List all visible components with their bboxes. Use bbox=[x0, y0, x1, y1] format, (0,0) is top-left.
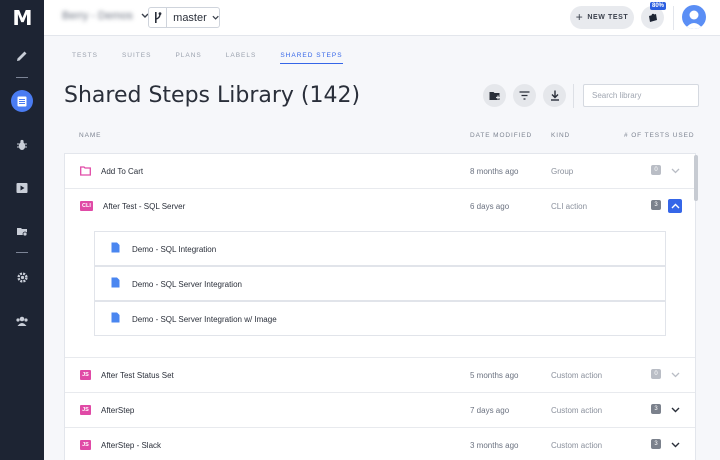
js-tag: JS bbox=[80, 405, 91, 415]
tests-used-count: 3 bbox=[651, 439, 661, 449]
used-in-test-item[interactable]: Demo - SQL Server Integration w/ Image bbox=[94, 301, 666, 336]
avatar[interactable] bbox=[682, 5, 706, 29]
row-date: 8 months ago bbox=[470, 167, 519, 176]
toolbar-divider bbox=[573, 84, 574, 108]
folder-icon[interactable] bbox=[0, 219, 44, 243]
tests-used-count: 3 bbox=[651, 200, 661, 210]
js-tag: JS bbox=[80, 440, 91, 450]
filter-icon bbox=[519, 91, 530, 100]
used-in-test-name: Demo - SQL Server Integration bbox=[132, 280, 242, 289]
page-title: Shared Steps Library (142) bbox=[64, 83, 361, 108]
table-row[interactable]: JS AfterStep 7 days ago Custom action 3 bbox=[65, 393, 695, 428]
table-row[interactable]: Add To Cart 8 months ago Group 0 bbox=[65, 154, 695, 189]
table-row[interactable]: CLI After Test - SQL Server 6 days ago C… bbox=[65, 189, 695, 224]
table-row[interactable]: JS After Test Status Set 5 months ago Cu… bbox=[65, 358, 695, 393]
used-in-tests-panel: Demo - SQL Integration Demo - SQL Server… bbox=[65, 225, 695, 358]
chevron-down-icon bbox=[212, 15, 219, 20]
section-tabs: TESTS SUITES PLANS LABELS SHARED STEPS bbox=[72, 52, 367, 64]
library-icon[interactable] bbox=[0, 89, 44, 113]
row-kind: Custom action bbox=[551, 371, 603, 380]
play-icon[interactable] bbox=[0, 176, 44, 200]
chevron-up-icon[interactable] bbox=[668, 199, 682, 213]
tab-plans[interactable]: PLANS bbox=[175, 52, 201, 64]
used-in-test-item[interactable]: Demo - SQL Server Integration bbox=[94, 266, 666, 301]
tab-suites[interactable]: SUITES bbox=[122, 52, 151, 64]
top-bar: Berry - Demos master + NEW TEST 80% bbox=[44, 0, 720, 36]
new-test-button[interactable]: + NEW TEST bbox=[570, 6, 634, 29]
scrollbar[interactable] bbox=[694, 155, 698, 201]
search-input[interactable]: Search library bbox=[583, 84, 699, 107]
row-kind: CLI action bbox=[551, 202, 588, 211]
tab-tests[interactable]: TESTS bbox=[72, 52, 98, 64]
row-date: 7 days ago bbox=[470, 406, 510, 415]
chevron-down-icon[interactable] bbox=[668, 403, 682, 417]
column-header-name[interactable]: NAME bbox=[79, 132, 101, 139]
table-row[interactable]: JS AfterStep - Slack 3 months ago Custom… bbox=[65, 428, 695, 460]
tests-used-count: 0 bbox=[651, 369, 661, 379]
topbar-divider bbox=[673, 6, 674, 30]
row-date: 3 months ago bbox=[470, 441, 519, 450]
row-name: After Test Status Set bbox=[101, 371, 174, 380]
app-logo[interactable]: M bbox=[0, 0, 44, 36]
download-icon bbox=[550, 90, 559, 101]
document-icon bbox=[111, 277, 120, 290]
document-icon bbox=[111, 242, 120, 255]
column-header-tests-used[interactable]: # OF TESTS USED bbox=[624, 132, 694, 139]
gear-icon[interactable] bbox=[0, 265, 44, 289]
branch-selector[interactable]: master bbox=[148, 7, 220, 28]
plus-icon: + bbox=[575, 10, 584, 24]
bug-icon[interactable] bbox=[0, 133, 44, 157]
new-test-label: NEW TEST bbox=[587, 14, 629, 21]
row-kind: Custom action bbox=[551, 441, 603, 450]
column-header-date[interactable]: DATE MODIFIED bbox=[470, 132, 532, 139]
branch-icon bbox=[149, 8, 168, 27]
row-kind: Custom action bbox=[551, 406, 603, 415]
project-selector[interactable]: Berry - Demos bbox=[62, 10, 149, 22]
branch-name: master bbox=[173, 11, 207, 24]
project-name: Berry - Demos bbox=[62, 10, 133, 22]
download-button[interactable] bbox=[543, 84, 566, 107]
tab-labels[interactable]: LABELS bbox=[226, 52, 257, 64]
folder-icon bbox=[80, 166, 91, 178]
row-name: Add To Cart bbox=[101, 167, 144, 176]
filter-button[interactable] bbox=[513, 84, 536, 107]
new-folder-button[interactable] bbox=[483, 84, 506, 107]
chevron-down-icon[interactable] bbox=[668, 368, 682, 382]
rail-divider bbox=[16, 252, 28, 253]
cli-tag: CLI bbox=[80, 201, 93, 211]
used-in-test-item[interactable]: Demo - SQL Integration bbox=[94, 231, 666, 266]
chevron-down-icon[interactable] bbox=[668, 438, 682, 452]
tests-used-count: 0 bbox=[651, 165, 661, 175]
folder-plus-icon bbox=[489, 91, 500, 100]
js-tag: JS bbox=[80, 370, 91, 380]
tab-shared-steps[interactable]: SHARED STEPS bbox=[280, 52, 343, 64]
document-icon bbox=[111, 312, 120, 325]
used-in-test-name: Demo - SQL Integration bbox=[132, 245, 217, 254]
users-icon[interactable] bbox=[0, 309, 44, 333]
row-date: 5 months ago bbox=[470, 371, 519, 380]
used-in-test-name: Demo - SQL Server Integration w/ Image bbox=[132, 315, 277, 324]
chevron-down-icon[interactable] bbox=[668, 164, 682, 178]
rail-divider bbox=[16, 77, 28, 78]
progress-badge: 80% bbox=[650, 2, 667, 10]
row-name: AfterStep - Slack bbox=[101, 441, 162, 450]
left-rail: M bbox=[0, 0, 44, 460]
pencil-icon[interactable] bbox=[0, 44, 44, 68]
column-header-kind[interactable]: KIND bbox=[551, 132, 570, 139]
row-kind: Group bbox=[551, 167, 574, 176]
row-name: AfterStep bbox=[101, 406, 135, 415]
row-name: After Test - SQL Server bbox=[103, 202, 186, 211]
shared-steps-table: Add To Cart 8 months ago Group 0 CLI Aft… bbox=[64, 153, 696, 460]
row-date: 6 days ago bbox=[470, 202, 510, 211]
tests-used-count: 3 bbox=[651, 404, 661, 414]
